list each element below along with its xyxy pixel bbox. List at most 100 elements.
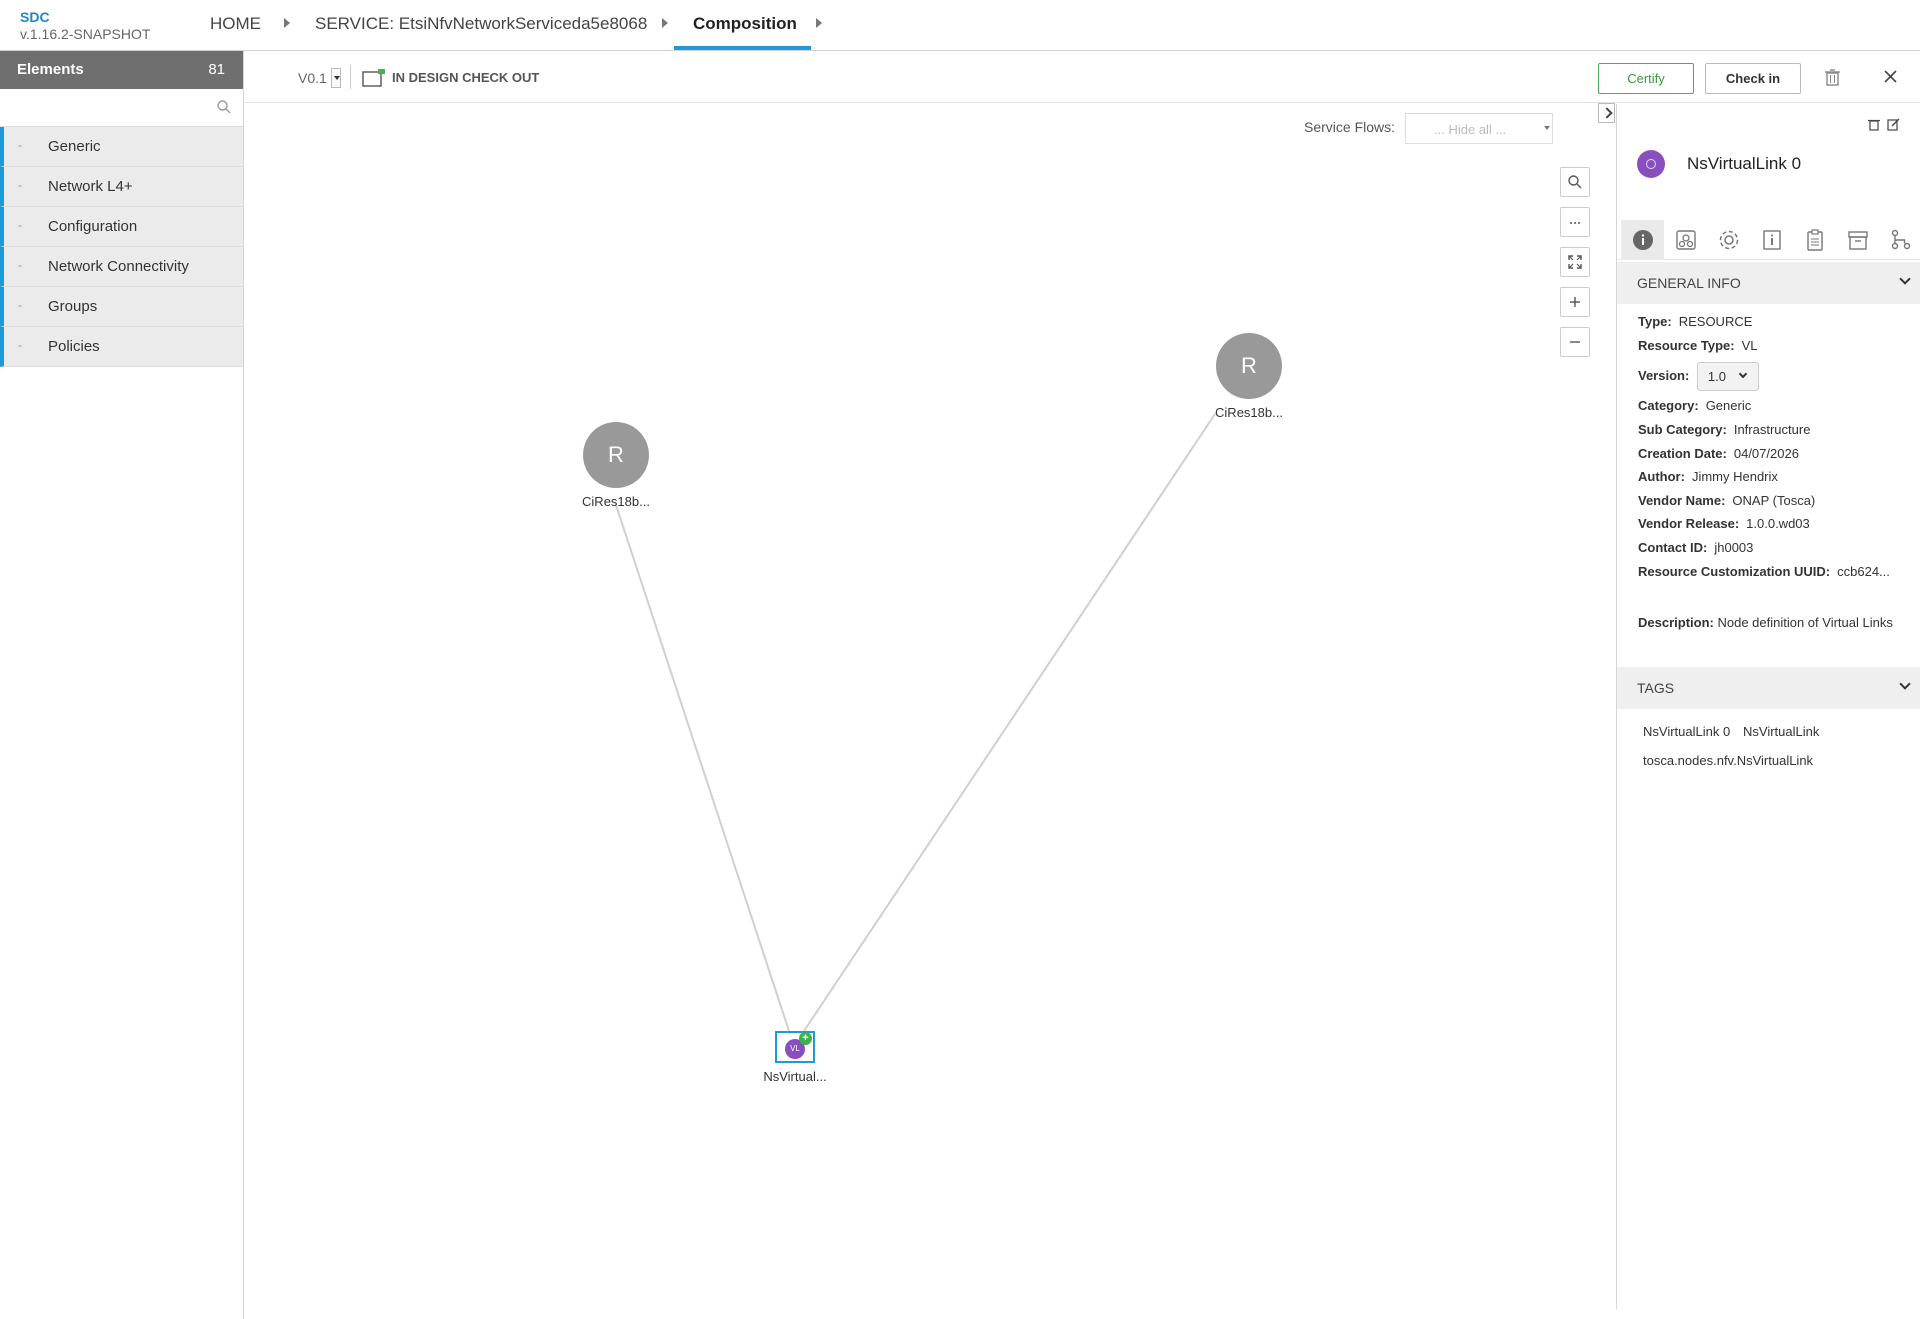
canvas-node-nsvirtuallink[interactable]: VL + NsVirtual... bbox=[751, 1031, 839, 1084]
link-line[interactable] bbox=[614, 501, 791, 1035]
version-dropdown-icon[interactable] bbox=[331, 68, 341, 88]
palette-group-network-l4[interactable]: - Network L4+ bbox=[0, 167, 243, 207]
tab-properties[interactable] bbox=[1707, 220, 1750, 260]
node-label: CiRes18b... bbox=[582, 494, 650, 509]
breadcrumb-home[interactable]: HOME bbox=[210, 14, 261, 50]
info-vendor-name: Vendor Name: ONAP (Tosca) bbox=[1638, 493, 1815, 508]
add-badge-icon[interactable]: + bbox=[799, 1032, 812, 1045]
info-value: 1.0.0.wd03 bbox=[1746, 516, 1810, 531]
artifacts-icon bbox=[1676, 230, 1696, 250]
minus-icon bbox=[1570, 341, 1580, 343]
edit-icon[interactable] bbox=[1887, 118, 1900, 131]
elements-count: 81 bbox=[208, 61, 225, 78]
palette-group-configuration[interactable]: - Configuration bbox=[0, 207, 243, 247]
zoom-in-button[interactable] bbox=[1560, 287, 1590, 317]
workspace-toolbar: V0.1 IN DESIGN CHECK OUT Certify Check i… bbox=[245, 51, 1920, 103]
tag-item: tosca.nodes.nfv.NsVirtualLink bbox=[1643, 753, 1814, 768]
close-icon[interactable] bbox=[1884, 70, 1897, 83]
canvas-node-cires-2[interactable]: R CiRes18b... bbox=[1199, 333, 1299, 420]
tab-general-info[interactable] bbox=[1621, 220, 1664, 260]
info-vendor-release: Vendor Release: 1.0.0.wd03 bbox=[1638, 516, 1810, 531]
plus-icon bbox=[1570, 297, 1580, 307]
collapse-panel-chevron-icon[interactable] bbox=[1598, 103, 1615, 123]
certify-button[interactable]: Certify bbox=[1598, 63, 1694, 94]
palette-group-label: Generic bbox=[48, 138, 101, 155]
delete-trash-icon[interactable] bbox=[1825, 69, 1840, 86]
resource-node-icon: R bbox=[583, 422, 649, 488]
canvas-more-button[interactable] bbox=[1560, 207, 1590, 237]
collapse-dash-icon: - bbox=[18, 138, 22, 152]
tab-information-artifacts[interactable] bbox=[1750, 220, 1793, 260]
palette-group-network-connectivity[interactable]: - Network Connectivity bbox=[0, 247, 243, 287]
app-name: SDC bbox=[20, 9, 50, 25]
checkout-status-icon bbox=[362, 69, 385, 87]
relations-icon bbox=[1891, 229, 1911, 250]
section-title: GENERAL INFO bbox=[1637, 275, 1741, 291]
info-key: Resource Customization UUID: bbox=[1638, 564, 1831, 579]
info-key: Type: bbox=[1638, 314, 1672, 329]
info-category: Category: Generic bbox=[1638, 398, 1751, 413]
palette-group-policies[interactable]: - Policies bbox=[0, 327, 243, 367]
tab-deployment-artifacts[interactable] bbox=[1664, 220, 1707, 260]
tab-requirements-capabilities[interactable] bbox=[1879, 220, 1920, 260]
collapse-dash-icon: - bbox=[18, 178, 22, 192]
breadcrumb-composition[interactable]: Composition bbox=[693, 14, 797, 50]
composition-canvas[interactable]: Service Flows: ... Hide all ... R CiRes1… bbox=[245, 104, 1615, 1309]
elements-palette: Elements 81 - Generic - Network L4+ - Confi… bbox=[0, 51, 244, 1319]
zoom-out-button[interactable] bbox=[1560, 327, 1590, 357]
tags-section-header[interactable]: TAGS bbox=[1617, 667, 1920, 709]
app-brand[interactable]: SDC v.1.16.2-SNAPSHOT bbox=[20, 9, 150, 43]
info-circle-icon bbox=[1633, 230, 1653, 250]
palette-group-generic[interactable]: - Generic bbox=[0, 127, 243, 167]
info-key: Creation Date: bbox=[1638, 446, 1727, 461]
tab-composition[interactable] bbox=[1836, 220, 1879, 260]
palette-group-label: Configuration bbox=[48, 218, 138, 235]
breadcrumb-arrow-icon[interactable] bbox=[284, 18, 290, 28]
properties-panel: NsVirtualLink 0 GENERAL INFO Type: RESOU… bbox=[1616, 104, 1920, 1309]
elements-search-input[interactable] bbox=[2, 91, 212, 124]
info-sub-category: Sub Category: Infrastructure bbox=[1638, 422, 1810, 437]
info-value: jh0003 bbox=[1714, 540, 1754, 555]
version-label[interactable]: V0.1 bbox=[298, 70, 327, 86]
link-line[interactable] bbox=[801, 413, 1216, 1035]
elements-title: Elements bbox=[17, 61, 84, 78]
info-customization-uuid: Resource Customization UUID: ccb624... bbox=[1638, 564, 1890, 579]
section-title: TAGS bbox=[1637, 680, 1675, 696]
fit-to-screen-button[interactable] bbox=[1560, 247, 1590, 277]
info-value: Node definition of Virtual Links bbox=[1717, 615, 1893, 630]
info-key: Resource Type: bbox=[1638, 338, 1735, 353]
info-value: Generic bbox=[1705, 398, 1752, 413]
search-icon[interactable] bbox=[217, 100, 231, 114]
node-label: NsVirtual... bbox=[763, 1069, 827, 1084]
breadcrumb-arrow-icon[interactable] bbox=[662, 18, 668, 28]
tab-api[interactable] bbox=[1793, 220, 1836, 260]
info-key: Vendor Release: bbox=[1638, 516, 1740, 531]
node-label: CiRes18b... bbox=[1215, 405, 1283, 420]
check-in-button[interactable]: Check in bbox=[1705, 63, 1801, 94]
info-key: Vendor Name: bbox=[1638, 493, 1726, 508]
info-creation-date: Creation Date: 04/07/2026 bbox=[1638, 446, 1799, 461]
chevron-down-icon bbox=[1738, 369, 1748, 379]
version-select[interactable]: 1.0 bbox=[1696, 362, 1759, 391]
info-resource-type: Resource Type: VL bbox=[1638, 338, 1757, 353]
canvas-node-cires-1[interactable]: R CiRes18b... bbox=[566, 422, 666, 509]
info-key: Description: bbox=[1638, 615, 1714, 630]
delete-trash-icon[interactable] bbox=[1868, 118, 1880, 131]
component-avatar-icon bbox=[1637, 150, 1665, 178]
gear-icon bbox=[1719, 230, 1739, 250]
search-icon bbox=[1568, 175, 1582, 189]
links-layer bbox=[614, 413, 1216, 1035]
collapse-dash-icon: - bbox=[18, 298, 22, 312]
palette-group-groups[interactable]: - Groups bbox=[0, 287, 243, 327]
palette-group-label: Network Connectivity bbox=[48, 258, 189, 275]
breadcrumb-arrow-icon[interactable] bbox=[816, 18, 822, 28]
general-info-section-header[interactable]: GENERAL INFO bbox=[1617, 262, 1920, 304]
palette-group-label: Groups bbox=[48, 298, 98, 315]
info-key: Category: bbox=[1638, 398, 1699, 413]
collapse-dash-icon: - bbox=[18, 218, 22, 232]
info-value: Jimmy Hendrix bbox=[1691, 469, 1778, 484]
top-navigation-bar: SDC v.1.16.2-SNAPSHOT HOME SERVICE: Etsi… bbox=[0, 0, 1920, 51]
breadcrumb-service[interactable]: SERVICE: EtsiNfvNetworkServiceda5e8068 bbox=[315, 14, 647, 50]
canvas-search-button[interactable] bbox=[1560, 167, 1590, 197]
info-value: 04/07/2026 bbox=[1733, 446, 1799, 461]
